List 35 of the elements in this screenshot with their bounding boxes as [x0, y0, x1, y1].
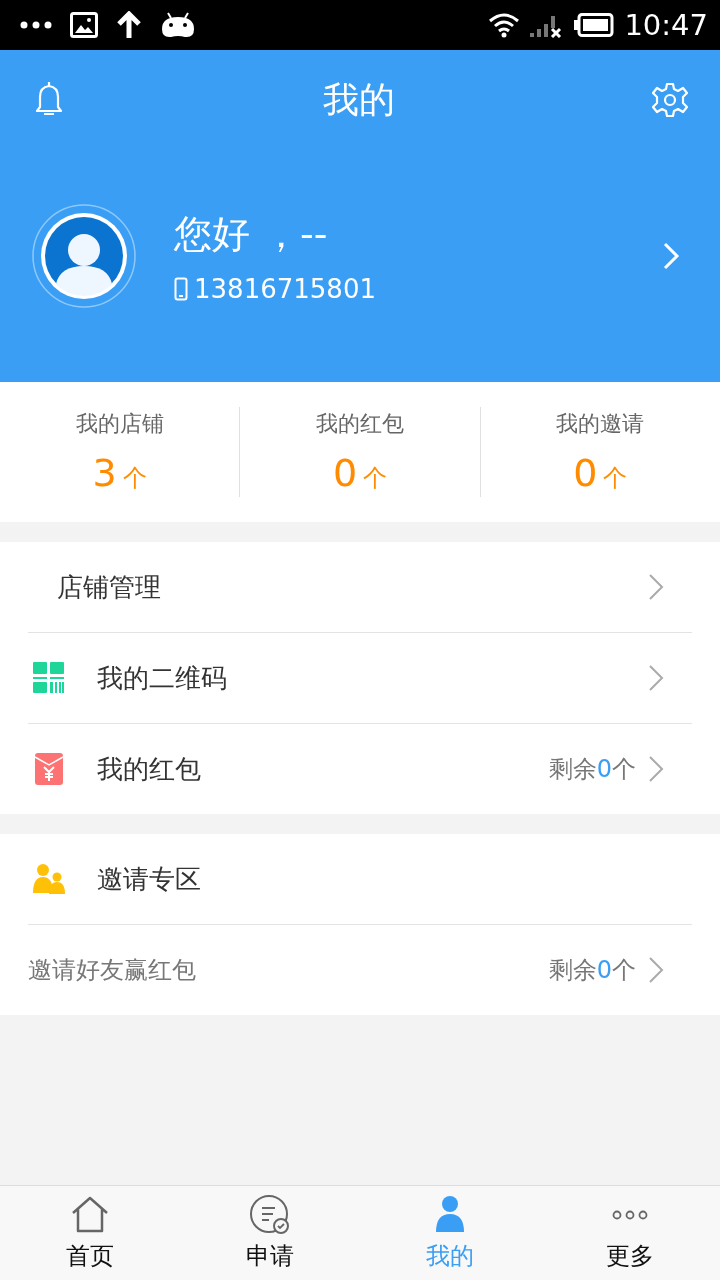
menu-item-label[interactable]: 邀请专区 — [97, 861, 692, 897]
phone-icon — [174, 276, 188, 301]
stat-unit: 个 — [363, 463, 388, 494]
menu-item-label[interactable]: 我的红包 — [97, 751, 549, 787]
avatar[interactable] — [32, 204, 136, 308]
remaining-count-text: 剩余0个 — [548, 955, 636, 986]
stat-unit: 个 — [603, 463, 628, 494]
stat-label: 我的红包 — [316, 410, 404, 438]
more-dots-icon — [20, 21, 52, 29]
settings-icon[interactable] — [652, 82, 688, 118]
envelope-icon — [33, 753, 65, 785]
chevron-icon[interactable] — [662, 241, 680, 271]
stat-unit: 个 — [122, 463, 147, 494]
greeting-text: 您好 ，-- — [174, 210, 329, 258]
menu-item-label[interactable]: 邀请好友赢红包 — [28, 954, 549, 986]
status-time: 10:47 — [624, 8, 708, 42]
stat-label: 我的店铺 — [75, 410, 164, 438]
android-icon — [160, 11, 196, 39]
image-icon — [70, 12, 98, 38]
more-icon — [612, 1210, 648, 1220]
wifi-icon — [488, 12, 521, 38]
phone-number: 13816715801 — [194, 273, 376, 304]
tab-button[interactable]: 更多 — [540, 1186, 720, 1280]
qr-code-icon — [33, 662, 65, 694]
document-check-icon — [249, 1194, 291, 1236]
page-title: 我的 — [323, 77, 395, 122]
remaining-count-text: 剩余0个 — [548, 754, 636, 785]
menu-item-label[interactable]: 店铺管理 — [57, 569, 648, 605]
upload-arrow-icon — [116, 11, 142, 39]
stat-label: 我的邀请 — [556, 410, 645, 438]
tab-button[interactable]: 申请 — [180, 1186, 360, 1280]
battery-icon — [574, 13, 615, 37]
people-icon — [33, 863, 65, 895]
tab-button[interactable]: 首页 — [0, 1186, 180, 1280]
menu-item-label[interactable]: 我的二维码 — [97, 660, 648, 696]
